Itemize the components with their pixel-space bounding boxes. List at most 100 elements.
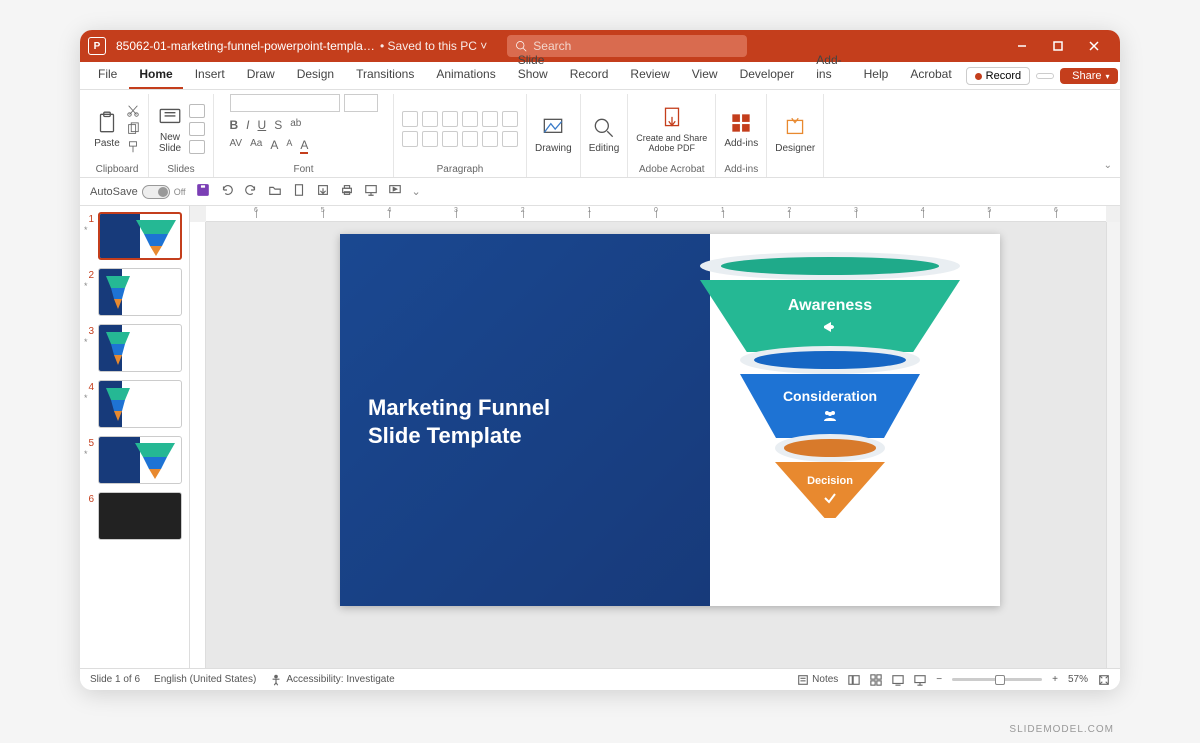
- slide-counter[interactable]: Slide 1 of 6: [90, 674, 140, 685]
- slide-title-text[interactable]: Marketing Funnel Slide Template: [368, 394, 550, 449]
- qat-btn-4[interactable]: [340, 183, 354, 200]
- thumbnail-3[interactable]: [98, 324, 182, 372]
- tab-help[interactable]: Help: [854, 63, 899, 89]
- slide-stage[interactable]: Marketing Funnel Slide Template Awarenes…: [206, 222, 1106, 668]
- fit-window-icon[interactable]: [1098, 674, 1110, 686]
- paragraph-buttons[interactable]: [402, 111, 518, 147]
- reset-button[interactable]: [189, 122, 205, 136]
- grow-button[interactable]: A: [270, 138, 278, 154]
- save-button[interactable]: [196, 183, 210, 200]
- font-size-combo[interactable]: [344, 94, 378, 112]
- strike-button[interactable]: S: [274, 118, 282, 132]
- mini-funnel-icon: [133, 441, 177, 481]
- sorter-view-icon[interactable]: [870, 674, 882, 686]
- file-icon: [292, 183, 306, 197]
- qat-more[interactable]: ⌄: [412, 185, 421, 198]
- horizontal-ruler: 6543210123456: [206, 206, 1106, 222]
- record-button[interactable]: Record: [966, 67, 1030, 85]
- language-status[interactable]: English (United States): [154, 674, 256, 685]
- maximize-button[interactable]: [1040, 30, 1076, 62]
- cut-icon[interactable]: [126, 104, 140, 118]
- adobe-pdf-button[interactable]: Create and Share Adobe PDF: [636, 105, 707, 153]
- collapse-ribbon-button[interactable]: ⌄: [1104, 160, 1112, 171]
- tab-acrobat[interactable]: Acrobat: [900, 63, 961, 89]
- zoom-percent[interactable]: 57%: [1068, 674, 1088, 685]
- underline-button[interactable]: U: [258, 118, 267, 132]
- paste-button[interactable]: Paste: [94, 110, 120, 149]
- new-slide-button[interactable]: New Slide: [157, 104, 183, 154]
- slideshow-view-icon[interactable]: [914, 674, 926, 686]
- format-painter-icon[interactable]: [126, 140, 140, 154]
- tab-file[interactable]: File: [88, 63, 127, 89]
- tab-view[interactable]: View: [682, 63, 728, 89]
- tab-animations[interactable]: Animations: [426, 63, 505, 89]
- tab-insert[interactable]: Insert: [185, 63, 235, 89]
- tab-review[interactable]: Review: [620, 63, 679, 89]
- notes-button[interactable]: Notes: [797, 674, 838, 686]
- section-button[interactable]: [189, 140, 205, 154]
- funnel-diagram[interactable]: Awareness Consideration: [680, 252, 980, 518]
- window-controls: [1004, 30, 1112, 62]
- thumbnail-6[interactable]: [98, 492, 182, 540]
- qat-btn-3[interactable]: [316, 183, 330, 200]
- copy-icon[interactable]: [126, 122, 140, 136]
- tab-draw[interactable]: Draw: [237, 63, 285, 89]
- reading-view-icon[interactable]: [892, 674, 904, 686]
- tab-transitions[interactable]: Transitions: [346, 63, 424, 89]
- close-button[interactable]: [1076, 30, 1112, 62]
- tab-addins[interactable]: Add-ins: [806, 49, 851, 89]
- minimize-button[interactable]: [1004, 30, 1040, 62]
- thumbnail-1[interactable]: [98, 212, 182, 260]
- bold-button[interactable]: B: [230, 118, 239, 132]
- redo-button[interactable]: [244, 183, 258, 200]
- editing-button[interactable]: Editing: [589, 115, 620, 154]
- comments-button[interactable]: [1036, 73, 1054, 79]
- share-button[interactable]: Share▾: [1060, 68, 1117, 84]
- designer-icon: [782, 115, 808, 141]
- font-color-button[interactable]: A: [300, 138, 308, 154]
- tab-home[interactable]: Home: [129, 63, 182, 89]
- qat-btn-1[interactable]: [268, 183, 282, 200]
- undo-button[interactable]: [220, 183, 234, 200]
- drawing-button[interactable]: Drawing: [535, 115, 572, 154]
- ribbon-group-slides: New Slide Slides: [149, 94, 214, 177]
- qat-btn-6[interactable]: [388, 183, 402, 200]
- shrink-button[interactable]: A: [286, 138, 292, 154]
- designer-button[interactable]: Designer: [775, 115, 815, 154]
- case-button[interactable]: Aa: [250, 138, 262, 154]
- ribbon-group-font: B I U S ab AV Aa A A A Font: [214, 94, 394, 177]
- tab-record[interactable]: Record: [560, 63, 619, 89]
- zoom-in-button[interactable]: +: [1052, 674, 1058, 685]
- slide-thumbnails-panel[interactable]: 1* 2* 3* 4* 5*: [80, 206, 190, 668]
- tab-developer[interactable]: Developer: [730, 63, 805, 89]
- slide-canvas[interactable]: Marketing Funnel Slide Template Awarenes…: [340, 234, 1000, 606]
- accessibility-status[interactable]: Accessibility: Investigate: [270, 674, 394, 686]
- app-window: P 85062-01-marketing-funnel-powerpoint-t…: [80, 30, 1120, 690]
- italic-button[interactable]: I: [246, 118, 249, 132]
- tab-slideshow[interactable]: Slide Show: [508, 49, 558, 89]
- shadow-button[interactable]: ab: [290, 118, 301, 132]
- mini-funnel-icon: [105, 275, 131, 311]
- zoom-slider[interactable]: [952, 678, 1042, 681]
- addins-button[interactable]: Add-ins: [724, 110, 758, 149]
- qat-btn-2[interactable]: [292, 183, 306, 200]
- qat-btn-5[interactable]: [364, 183, 378, 200]
- layout-button[interactable]: [189, 104, 205, 118]
- autosave-toggle[interactable]: AutoSave Off: [90, 185, 186, 199]
- ribbon-group-editing: Editing: [581, 94, 629, 177]
- tab-design[interactable]: Design: [287, 63, 344, 89]
- thumbnail-5[interactable]: [98, 436, 182, 484]
- zoom-out-button[interactable]: −: [936, 674, 942, 685]
- thumbnail-2[interactable]: [98, 268, 182, 316]
- funnel-segment-consideration[interactable]: Consideration: [740, 346, 920, 438]
- spacing-button[interactable]: AV: [230, 138, 243, 154]
- new-slide-icon: [157, 104, 183, 130]
- vertical-scrollbar[interactable]: [1106, 222, 1120, 668]
- funnel-segment-decision[interactable]: Decision: [775, 434, 885, 518]
- font-name-combo[interactable]: [230, 94, 340, 112]
- thumbnail-4[interactable]: [98, 380, 182, 428]
- funnel-segment-awareness[interactable]: Awareness: [700, 252, 960, 352]
- print-icon: [340, 183, 354, 197]
- save-status[interactable]: • Saved to this PC ˅: [380, 39, 487, 53]
- normal-view-icon[interactable]: [848, 674, 860, 686]
